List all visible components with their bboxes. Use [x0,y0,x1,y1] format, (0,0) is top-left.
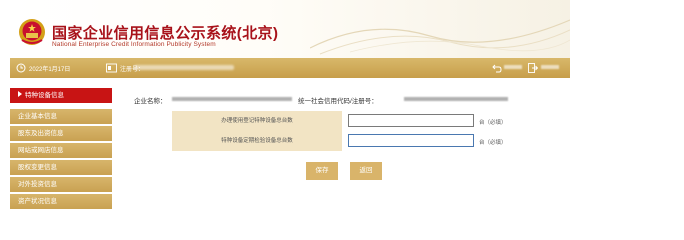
credit-code-redacted [404,97,508,101]
sidebar-item-label: 网站或网店信息 [18,147,64,154]
current-date: 2022年1月17日 [29,67,71,73]
site-header: 国家企业信用信息公示系统(北京) National Enterprise Cre… [10,0,570,58]
form-row-registered-count: 办理使用登记特种设备总台数 台（必填） [172,111,520,131]
decorative-wave-icon [310,19,570,55]
sidebar-item-label: 股东及出资信息 [18,130,64,137]
national-emblem-icon [19,19,45,45]
registered-count-cell: 台（必填） [342,111,520,131]
exit-link-redacted[interactable] [541,65,559,69]
sidebar-item-shareholders[interactable]: 股东及出资信息 [10,126,112,142]
page: 国家企业信用信息公示系统(北京) National Enterprise Cre… [10,0,570,240]
form-row-inspected-count: 特种设备定期检验设备总台数 台（必填） [172,131,520,151]
sidebar-item-label: 对外投资信息 [18,181,57,188]
sidebar-item-websites[interactable]: 网站或网店信息 [10,143,112,159]
return-icon[interactable] [492,63,502,73]
sidebar-item-investment[interactable]: 对外投资信息 [10,177,112,193]
caret-right-icon [18,91,22,97]
sidebar-item-special-equipment[interactable]: 特种设备信息 [10,88,112,104]
return-link-redacted[interactable] [504,65,522,69]
registration-value-redacted [134,65,234,70]
sidebar-item-label: 股权变更信息 [18,164,57,171]
registered-count-input[interactable] [348,114,474,127]
sidebar-item-basic-info[interactable]: 企业基本信息 [10,109,112,125]
sidebar-item-label: 特种设备信息 [25,92,64,99]
id-card-icon [106,63,117,73]
company-name-redacted [172,97,292,101]
sidebar-item-equity-change[interactable]: 股权变更信息 [10,160,112,176]
exit-icon[interactable] [528,63,538,73]
credit-code-label: 统一社会信用代码/注册号： [298,98,378,105]
equipment-form: 办理使用登记特种设备总台数 台（必填） 特种设备定期检验设备总台数 台（必填） [172,111,520,151]
site-title: 国家企业信用信息公示系统(北京) [52,25,279,42]
company-name-label: 企业名称： [134,98,167,105]
back-button[interactable]: 返回 [350,162,382,180]
inspected-count-input[interactable] [348,134,474,147]
status-bar: 2022年1月17日 注册号： [10,58,570,78]
save-button[interactable]: 保存 [306,162,338,180]
inspected-count-label: 特种设备定期检验设备总台数 [172,131,342,151]
inspected-count-cell: 台（必填） [342,131,520,151]
sidebar-item-label: 资产状况信息 [18,198,57,205]
registered-count-unit: 台（必填） [479,120,507,126]
inspected-count-unit: 台（必填） [479,140,507,146]
registered-count-label: 办理使用登记特种设备总台数 [172,111,342,131]
site-subtitle: National Enterprise Credit Information P… [52,41,216,48]
sidebar-item-assets[interactable]: 资产状况信息 [10,194,112,210]
sidebar-item-label: 企业基本信息 [18,113,57,120]
clock-icon [16,63,26,73]
